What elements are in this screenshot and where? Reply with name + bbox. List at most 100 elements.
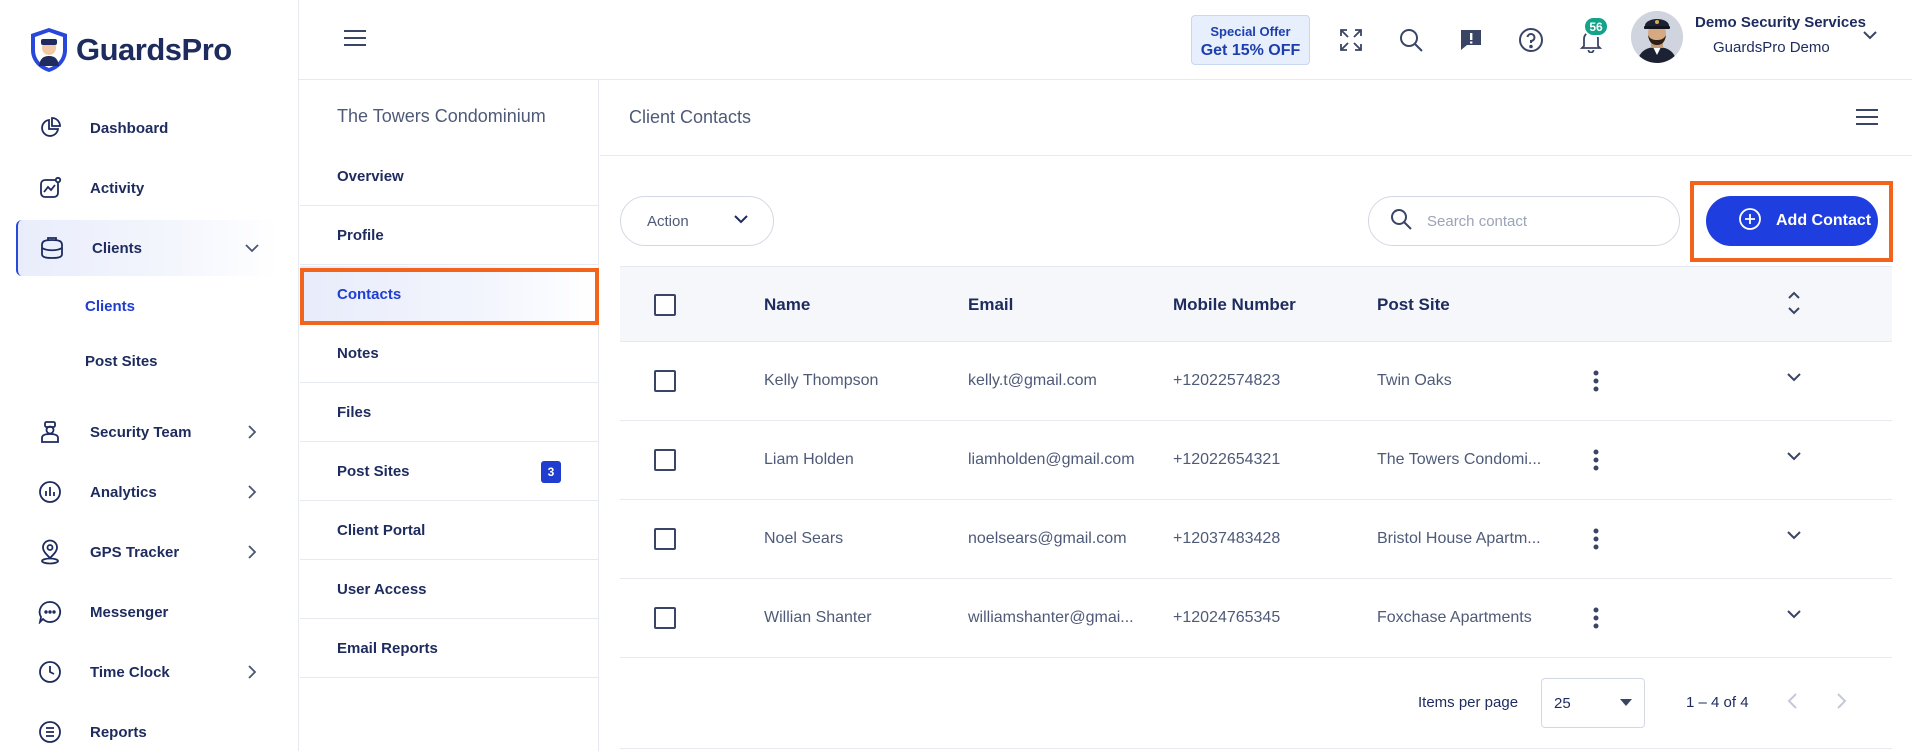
- sidebar-item-messenger[interactable]: Messenger: [16, 584, 278, 640]
- caret-down-icon: [1620, 694, 1632, 712]
- row-expand-chevron-icon[interactable]: [1786, 607, 1802, 625]
- feedback-alert-icon[interactable]: [1453, 22, 1489, 58]
- cell-name: Willian Shanter: [764, 609, 872, 626]
- cell-mobile: +12024765345: [1173, 609, 1281, 626]
- sidebar-item-time-clock[interactable]: Time Clock: [16, 644, 278, 700]
- search-icon: [1389, 207, 1413, 236]
- logo-text: GuardsPro: [76, 32, 232, 67]
- contacts-table: Name Email Mobile Number Post Site Kelly…: [620, 266, 1892, 658]
- table-row[interactable]: Kelly Thompson kelly.t@gmail.com +120225…: [620, 342, 1892, 421]
- cell-name: Liam Holden: [764, 451, 854, 468]
- user-avatar[interactable]: [1631, 11, 1683, 63]
- sidebar-toggle-menu-icon[interactable]: [343, 28, 367, 53]
- cell-email: liamholden@gmail.com: [968, 451, 1135, 468]
- search-icon[interactable]: [1393, 22, 1429, 58]
- pie-chart-icon: [30, 108, 70, 148]
- cell-name: Kelly Thompson: [764, 372, 879, 389]
- next-page-icon[interactable]: [1836, 692, 1848, 715]
- client-menu-item-email-reports[interactable]: Email Reports: [300, 620, 598, 678]
- expand-collapse-all-icon[interactable]: [1786, 289, 1802, 322]
- sidebar-item-label: Time Clock: [90, 663, 170, 681]
- chevron-right-icon: [240, 665, 264, 679]
- client-menu-label: Profile: [337, 227, 384, 244]
- sidebar-item-dashboard[interactable]: Dashboard: [16, 100, 278, 156]
- chevron-right-icon: [240, 485, 264, 499]
- divider: [620, 748, 1892, 749]
- client-menu-item-files[interactable]: Files: [300, 384, 598, 442]
- table-row[interactable]: Willian Shanter williamshanter@gmai... +…: [620, 579, 1892, 658]
- table-row[interactable]: Liam Holden liamholden@gmail.com +120226…: [620, 421, 1892, 500]
- action-dropdown-label: Action: [647, 212, 689, 230]
- row-checkbox[interactable]: [654, 449, 676, 471]
- cell-name: Noel Sears: [764, 530, 844, 547]
- select-all-checkbox[interactable]: [654, 294, 676, 316]
- client-menu-item-user-access[interactable]: User Access: [300, 561, 598, 619]
- column-header-email[interactable]: Email: [968, 295, 1158, 315]
- row-more-options-icon[interactable]: [1586, 524, 1606, 554]
- top-bar: Special Offer Get 15% OFF 56 Demo Securi…: [299, 0, 1912, 80]
- client-menu-item-contacts[interactable]: Contacts: [300, 266, 598, 324]
- column-header-post-site[interactable]: Post Site: [1377, 295, 1547, 315]
- chevron-right-icon: [240, 545, 264, 559]
- sidebar-subitem-post-sites[interactable]: Post Sites: [85, 353, 158, 370]
- client-menu-label: Notes: [337, 345, 379, 362]
- items-per-page-value: 25: [1554, 694, 1571, 712]
- special-offer-button[interactable]: Special Offer Get 15% OFF: [1191, 15, 1310, 65]
- row-more-options-icon[interactable]: [1586, 445, 1606, 475]
- page-options-menu-icon[interactable]: [1855, 107, 1879, 132]
- sidebar-item-gps-tracker[interactable]: GPS Tracker: [16, 524, 278, 580]
- table-row[interactable]: Noel Sears noelsears@gmail.com +12037483…: [620, 500, 1892, 579]
- row-more-options-icon[interactable]: [1586, 366, 1606, 396]
- offer-discount: Get 15% OFF: [1200, 42, 1301, 59]
- row-checkbox[interactable]: [654, 607, 676, 629]
- column-header-mobile[interactable]: Mobile Number: [1173, 295, 1363, 315]
- chevron-down-icon: [240, 243, 264, 253]
- sidebar-subitem-clients[interactable]: Clients: [85, 298, 135, 315]
- cell-post-site: Twin Oaks: [1377, 372, 1452, 389]
- bar-chart-icon: [30, 472, 70, 512]
- sidebar-item-security-team[interactable]: Security Team: [16, 404, 278, 460]
- sidebar-item-label: Activity: [90, 179, 145, 197]
- chevron-right-icon: [240, 425, 264, 439]
- sidebar-item-label: Reports: [90, 723, 147, 741]
- app-logo[interactable]: GuardsPro: [28, 26, 232, 74]
- user-menu-chevron-down-icon[interactable]: [1862, 28, 1878, 46]
- page-title: Client Contacts: [629, 107, 752, 127]
- client-menu-item-client-portal[interactable]: Client Portal: [300, 502, 598, 560]
- notification-count-badge: 56: [1583, 16, 1609, 37]
- row-more-options-icon[interactable]: [1586, 603, 1606, 633]
- sidebar-item-activity[interactable]: Activity: [16, 160, 278, 216]
- pagination-range: 1 – 4 of 4: [1686, 694, 1749, 711]
- add-contact-button[interactable]: Add Contact: [1706, 196, 1878, 246]
- search-contact-field[interactable]: [1368, 196, 1680, 246]
- help-question-icon[interactable]: [1513, 22, 1549, 58]
- cell-email: kelly.t@gmail.com: [968, 372, 1097, 389]
- plus-circle-icon: [1738, 207, 1762, 236]
- client-menu-item-post-sites[interactable]: Post Sites 3: [300, 443, 598, 501]
- client-menu-item-notes[interactable]: Notes: [300, 325, 598, 383]
- previous-page-icon[interactable]: [1786, 692, 1798, 715]
- items-per-page-select[interactable]: 25: [1541, 678, 1645, 728]
- row-checkbox[interactable]: [654, 370, 676, 392]
- row-checkbox[interactable]: [654, 528, 676, 550]
- row-expand-chevron-icon[interactable]: [1786, 449, 1802, 467]
- cell-email: noelsears@gmail.com: [968, 530, 1127, 547]
- briefcase-icon: [32, 228, 72, 268]
- column-header-name[interactable]: Name: [764, 295, 954, 315]
- search-contact-input[interactable]: [1427, 212, 1657, 230]
- map-pin-icon: [30, 532, 70, 572]
- action-dropdown[interactable]: Action: [620, 196, 774, 246]
- cell-mobile: +12037483428: [1173, 530, 1281, 547]
- row-expand-chevron-icon[interactable]: [1786, 528, 1802, 546]
- client-menu-item-overview[interactable]: Overview: [300, 148, 598, 206]
- sidebar-item-clients[interactable]: Clients: [16, 220, 278, 276]
- sidebar-item-reports[interactable]: Reports: [16, 704, 278, 751]
- cell-email: williamshanter@gmai...: [968, 609, 1134, 626]
- client-menu-label: Email Reports: [337, 640, 438, 657]
- chat-bubble-icon: [30, 592, 70, 632]
- fullscreen-expand-icon[interactable]: [1333, 22, 1369, 58]
- row-expand-chevron-icon[interactable]: [1786, 370, 1802, 388]
- sidebar-item-analytics[interactable]: Analytics: [16, 464, 278, 520]
- sidebar-item-label: Security Team: [90, 423, 192, 441]
- client-menu-item-profile[interactable]: Profile: [300, 207, 598, 265]
